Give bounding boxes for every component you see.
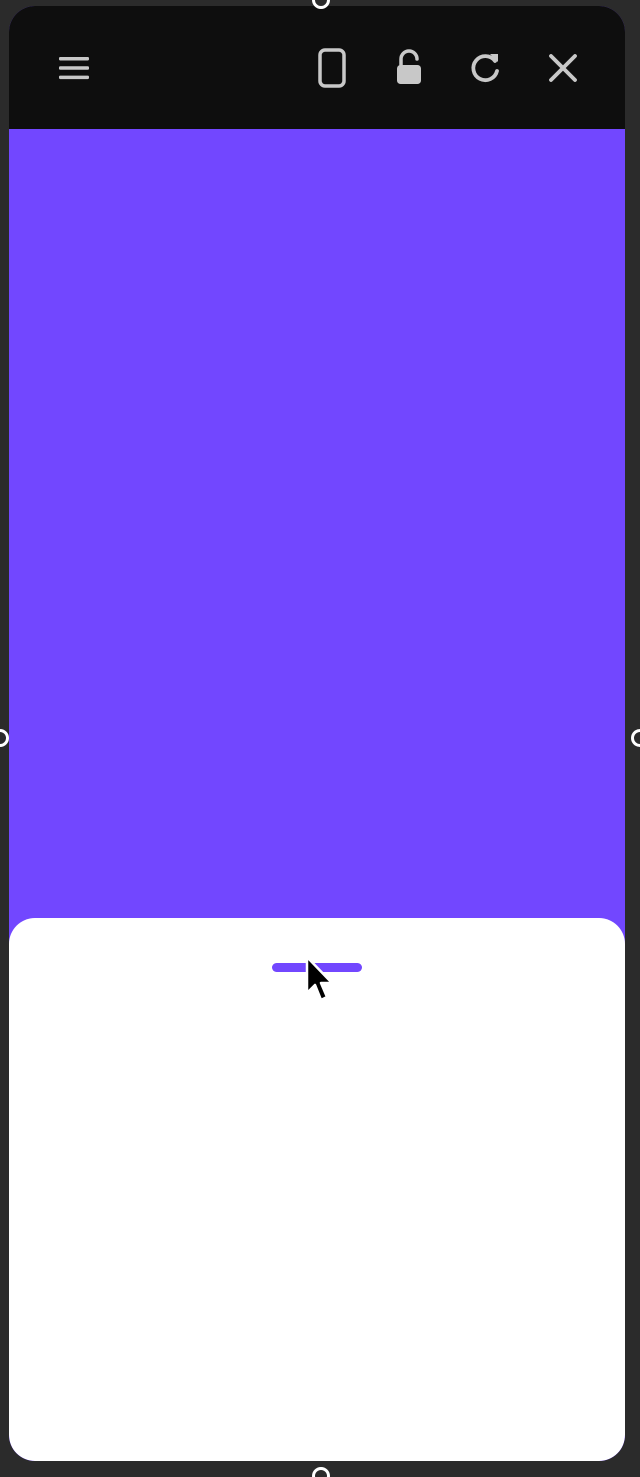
phone-icon <box>318 48 346 88</box>
close-icon <box>549 54 577 82</box>
lock-toggle-button[interactable] <box>385 44 433 92</box>
menu-icon <box>59 57 89 80</box>
emulator-canvas <box>0 0 640 1477</box>
menu-button[interactable] <box>50 44 98 92</box>
device-toggle-button[interactable] <box>308 44 356 92</box>
resize-handle-right[interactable] <box>631 729 640 747</box>
bottom-sheet-drag-handle[interactable] <box>272 963 362 972</box>
close-button[interactable] <box>539 44 587 92</box>
bottom-sheet[interactable] <box>9 918 625 1461</box>
rotate-button[interactable] <box>461 44 509 92</box>
unlock-icon <box>397 49 421 84</box>
resize-handle-left[interactable] <box>0 729 9 747</box>
device-window <box>9 6 625 1461</box>
toolbar <box>9 6 625 129</box>
rotate-icon <box>471 54 499 82</box>
resize-handle-bottom[interactable] <box>312 1467 330 1477</box>
